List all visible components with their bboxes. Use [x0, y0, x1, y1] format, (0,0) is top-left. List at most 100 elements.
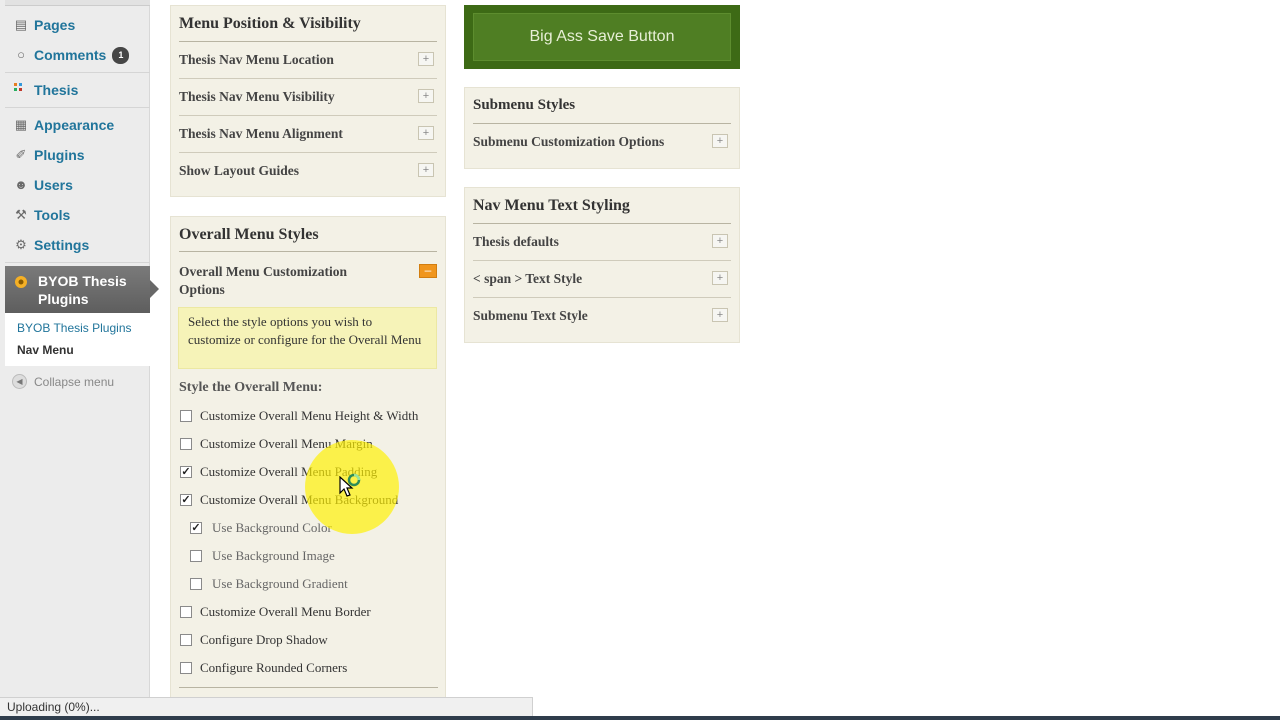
sidebar-item-label: Thesis [34, 82, 79, 98]
collapse-menu-label: Collapse menu [34, 374, 115, 389]
info-box: Select the style options you wish to cus… [178, 307, 437, 369]
sidebar-item-tools[interactable]: ⚒ Tools [5, 200, 150, 230]
byob-plugin-icon [13, 274, 29, 290]
option-label: Submenu Text Style [473, 308, 588, 323]
sidebar-item-plugins[interactable]: ✐ Plugins [5, 140, 150, 170]
option-label: Submenu Customization Options [473, 134, 665, 149]
submenu-byob-thesis-plugins[interactable]: BYOB Thesis Plugins [17, 321, 132, 335]
sidebar-item-thesis[interactable]: Thesis [5, 75, 150, 105]
collapse-arrow-icon: ◀ [12, 374, 27, 389]
collapse-menu-button[interactable]: ◀ Collapse menu [12, 374, 114, 389]
option-label: Thesis Nav Menu Visibility [179, 89, 335, 104]
expand-icon[interactable]: + [418, 89, 434, 103]
nav-menu-text-styling-panel: Nav Menu Text Styling Thesis defaults + … [464, 187, 740, 343]
comments-icon: ○ [17, 47, 25, 62]
sidebar-separator [5, 107, 150, 108]
checkbox-label: Use Background Gradient [212, 576, 348, 591]
option-label: Thesis Nav Menu Location [179, 52, 334, 67]
mouse-pointer-icon [339, 476, 354, 497]
panel-title: Nav Menu Text Styling [473, 197, 630, 214]
checkbox-label: Configure Drop Shadow [200, 632, 328, 647]
option-span-text-style[interactable]: < span > Text Style + [473, 261, 731, 298]
sidebar-item-comments[interactable]: ○ Comments 1 [5, 40, 150, 70]
submenu-styles-panel: Submenu Styles Submenu Customization Opt… [464, 87, 740, 169]
checkbox-bg-image[interactable] [190, 550, 202, 562]
checkbox-border[interactable] [180, 606, 192, 618]
checkbox-margin[interactable] [180, 438, 192, 450]
section-label[interactable]: Overall Menu Customization Options [179, 263, 389, 299]
sidebar-submenu: BYOB Thesis Plugins Nav Menu [5, 313, 150, 366]
sidebar-separator [5, 262, 150, 263]
panel-bottom-rule [179, 687, 438, 688]
checkbox-padding[interactable]: ✓ [180, 466, 192, 478]
sidebar-item-label: BYOB Thesis Plugins [38, 273, 127, 307]
option-nav-menu-visibility[interactable]: Thesis Nav Menu Visibility + [179, 79, 437, 116]
taskbar-edge [0, 716, 1280, 720]
checkbox-label: Customize Overall Menu Border [200, 604, 371, 619]
submenu-nav-menu[interactable]: Nav Menu [17, 343, 74, 357]
option-nav-menu-alignment[interactable]: Thesis Nav Menu Alignment + [179, 116, 437, 153]
browser-status-bar: Uploading (0%)... [0, 697, 533, 716]
panel-title: Menu Position & Visibility [179, 15, 361, 32]
style-overall-menu-label: Style the Overall Menu: [179, 380, 323, 395]
info-text: Select the style options you wish to cus… [188, 314, 422, 347]
sidebar-item-settings[interactable]: ⚙ Settings [5, 230, 150, 260]
expand-icon[interactable]: + [418, 52, 434, 66]
option-show-layout-guides[interactable]: Show Layout Guides + [179, 153, 437, 190]
sidebar-item-label: Pages [34, 17, 76, 33]
sidebar-item-label: Appearance [34, 117, 115, 133]
settings-icon: ⚙ [15, 237, 27, 252]
expand-icon[interactable]: + [712, 271, 728, 285]
option-label: Thesis defaults [473, 234, 559, 249]
checkbox-label: Customize Overall Menu Height & Width [200, 408, 419, 423]
save-button-frame: Big Ass Save Button [464, 5, 740, 69]
sidebar-item-label: Plugins [34, 147, 85, 163]
checkbox-height-width[interactable] [180, 410, 192, 422]
checkbox-drop-shadow[interactable] [180, 634, 192, 646]
expand-icon[interactable]: + [712, 308, 728, 322]
sidebar-item-label: Users [34, 177, 73, 193]
checkbox-bg-gradient[interactable] [190, 578, 202, 590]
checkbox-label: Use Background Color [212, 520, 332, 535]
sidebar-item-byob-thesis-plugins[interactable]: BYOB Thesis Plugins [5, 266, 159, 313]
sidebar-item-label: Settings [34, 237, 90, 253]
option-label: Thesis Nav Menu Alignment [179, 126, 343, 141]
sidebar-separator [5, 72, 150, 73]
sidebar-item-users[interactable]: ☻ Users [5, 170, 150, 200]
expand-icon[interactable]: + [712, 134, 728, 148]
status-text: Uploading (0%)... [7, 700, 100, 714]
option-submenu-text-style[interactable]: Submenu Text Style + [473, 298, 731, 335]
checkbox-background[interactable]: ✓ [180, 494, 192, 506]
checkbox-rounded-corners[interactable] [180, 662, 192, 674]
option-submenu-customization[interactable]: Submenu Customization Options + [473, 124, 731, 161]
option-label: < span > Text Style [473, 271, 583, 286]
panel-title: Overall Menu Styles [179, 226, 319, 243]
save-button[interactable]: Big Ass Save Button [473, 13, 731, 61]
tools-icon: ⚒ [15, 207, 27, 222]
admin-sidebar: ▤ Pages ○ Comments 1 Thesis ▦ Appearance… [0, 0, 159, 720]
expand-icon[interactable]: + [712, 234, 728, 248]
checkbox-label: Configure Rounded Corners [200, 660, 348, 675]
thesis-icon [13, 82, 29, 98]
appearance-icon: ▦ [14, 117, 28, 132]
menu-position-panel: Menu Position & Visibility Thesis Nav Me… [170, 5, 446, 197]
option-thesis-defaults[interactable]: Thesis defaults + [473, 224, 731, 261]
sidebar-item-label: Comments [34, 47, 107, 63]
option-label: Show Layout Guides [179, 163, 300, 178]
checkbox-label: Use Background Image [212, 548, 335, 563]
sidebar-item-appearance[interactable]: ▦ Appearance [5, 110, 150, 140]
sidebar-item-label: Tools [34, 207, 71, 223]
pages-icon: ▤ [14, 17, 28, 32]
panel-title-rule [179, 251, 437, 252]
sidebar-item-pages[interactable]: ▤ Pages [5, 10, 150, 40]
overall-menu-styles-panel: Overall Menu Styles Overall Menu Customi… [170, 216, 446, 700]
sidebar-top-edge [5, 0, 150, 6]
expand-icon[interactable]: + [418, 163, 434, 177]
collapse-icon[interactable]: – [419, 264, 437, 278]
panel-title: Submenu Styles [473, 97, 576, 113]
expand-icon[interactable]: + [418, 126, 434, 140]
comment-count-badge: 1 [112, 46, 130, 64]
plugins-icon: ✐ [15, 147, 27, 162]
checkbox-bg-color[interactable]: ✓ [190, 522, 202, 534]
option-nav-menu-location[interactable]: Thesis Nav Menu Location + [179, 42, 437, 79]
